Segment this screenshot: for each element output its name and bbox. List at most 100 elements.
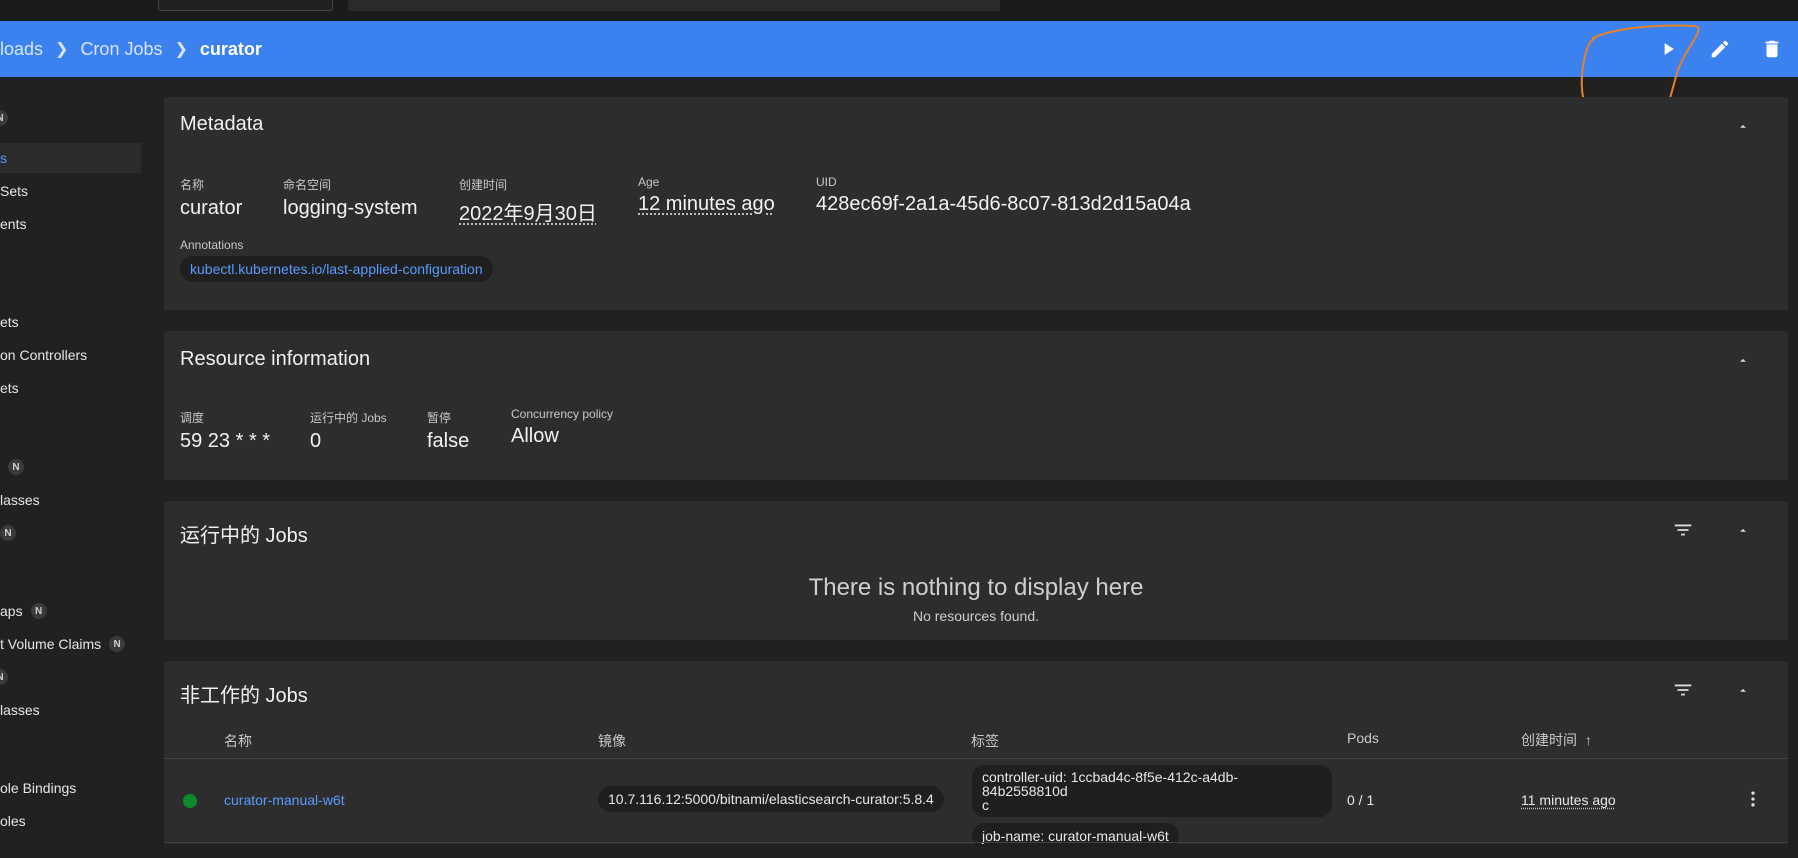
sidebar-item-label: ents <box>0 216 27 232</box>
sidebar-item-label: on Controllers <box>0 347 88 363</box>
chevron-up-icon <box>1740 124 1746 128</box>
collapse-button[interactable] <box>1731 678 1755 702</box>
play-icon <box>1664 43 1674 55</box>
sidebar-item-label: ets <box>0 314 19 330</box>
collapse-button[interactable] <box>1731 518 1755 542</box>
breadcrumb-cron-jobs[interactable]: Cron Jobs <box>80 39 162 60</box>
sidebar-item-replica-sets[interactable]: ets <box>0 307 141 337</box>
filter-icon <box>1674 524 1692 536</box>
sidebar-item-cluster-role-bindings[interactable]: ole Bindings <box>0 773 141 803</box>
resource-info-card: Resource information 调度 59 23 * * * 运行中的… <box>164 331 1788 480</box>
sidebar-item-storage-classes[interactable]: lasses <box>0 695 141 725</box>
field-age: Age 12 minutes ago <box>638 175 775 215</box>
row-divider <box>164 842 1788 843</box>
pencil-icon <box>1711 40 1729 58</box>
column-header-created[interactable]: 创建时间 ↑ <box>1521 730 1592 750</box>
namespaced-badge: N <box>109 636 126 652</box>
card-title: Resource information <box>180 348 371 370</box>
search-bar[interactable] <box>348 0 1000 11</box>
chevron-up-icon <box>1740 358 1746 362</box>
sidebar-item[interactable]: N <box>0 662 141 692</box>
label-chip-job-name: job-name: curator-manual-w6t <box>972 823 1179 849</box>
inactive-jobs-card: 非工作的 Jobs 名称 镜像 标签 Pods 创建时间 ↑ curator-m… <box>164 661 1788 849</box>
sidebar-item-config-maps[interactable]: aps N <box>0 596 141 626</box>
image-chip: 10.7.116.12:5000/bitnami/elasticsearch-c… <box>598 786 944 812</box>
column-header-labels[interactable]: 标签 <box>971 731 999 751</box>
pods-count: 0 / 1 <box>1347 792 1375 808</box>
sidebar-item[interactable]: N <box>0 518 141 548</box>
sort-arrow-up-icon: ↑ <box>1584 732 1592 748</box>
filter-button[interactable] <box>1671 518 1695 542</box>
field-active-jobs: 运行中的 Jobs 0 <box>310 411 387 452</box>
field-annotations: Annotations kubectl.kubernetes.io/last-a… <box>180 238 493 282</box>
sidebar-item-label: aps <box>0 603 23 619</box>
collapse-button[interactable] <box>1731 348 1755 372</box>
sidebar-item-cluster-roles[interactable]: oles <box>0 806 141 836</box>
sidebar-item-stateful-sets[interactable]: ets <box>0 373 141 403</box>
status-success-icon <box>183 794 197 808</box>
filter-button[interactable] <box>1671 678 1695 702</box>
sidebar: N s Sets ents ets on Controllers ets N l… <box>0 77 141 858</box>
sidebar-item-label: oles <box>0 813 26 829</box>
chevron-up-icon <box>1740 528 1746 532</box>
chevron-up-icon <box>1740 688 1746 692</box>
sidebar-item-persistent-volume-claims[interactable]: t Volume Claims N <box>0 629 141 659</box>
breadcrumb: loads ❯ Cron Jobs ❯ curator <box>0 21 262 77</box>
job-name-link[interactable]: curator-manual-w6t <box>224 792 345 808</box>
field-namespace: 命名空间 logging-system <box>283 178 418 219</box>
column-header-pods[interactable]: Pods <box>1347 730 1379 746</box>
metadata-card: Metadata 名称 curator 命名空间 logging-system … <box>164 97 1788 310</box>
sidebar-item-label: lasses <box>0 492 40 508</box>
field-created: 创建时间 2022年9月30日 <box>459 178 597 225</box>
namespaced-badge: N <box>0 110 8 126</box>
sidebar-item-label: Sets <box>0 183 29 199</box>
column-header-images[interactable]: 镜像 <box>598 731 626 751</box>
namespaced-badge: N <box>8 459 24 475</box>
header-divider <box>164 758 1788 759</box>
top-toolbar <box>0 0 1798 21</box>
empty-state-title: There is nothing to display here <box>808 574 1144 601</box>
card-title: 运行中的 Jobs <box>180 525 308 547</box>
sidebar-item-ingress-classes[interactable]: lasses <box>0 485 141 515</box>
sidebar-item-deployments[interactable]: ents <box>0 209 141 239</box>
action-bar: loads ❯ Cron Jobs ❯ curator <box>0 21 1798 77</box>
delete-button[interactable] <box>1746 21 1798 77</box>
sidebar-item-daemon-sets[interactable]: Sets <box>0 176 141 206</box>
sidebar-item-label: ets <box>0 380 19 396</box>
more-vert-icon <box>1751 791 1755 807</box>
chevron-right-icon: ❯ <box>55 41 69 58</box>
label-chip-controller-uid: controller-uid: 1ccbad4c-8f5e-412c-a4db-… <box>972 765 1332 817</box>
field-schedule: 调度 59 23 * * * <box>180 411 271 452</box>
sidebar-item-label: s <box>0 150 7 166</box>
namespaced-badge: N <box>0 525 16 541</box>
field-concurrency-policy: Concurrency policy Allow <box>511 407 614 447</box>
sidebar-item-replication-controllers[interactable]: on Controllers <box>0 340 141 370</box>
card-title: 非工作的 Jobs <box>180 685 308 707</box>
chevron-right-icon: ❯ <box>174 41 188 58</box>
active-jobs-card: 运行中的 Jobs There is nothing to display he… <box>164 501 1788 640</box>
collapse-button[interactable] <box>1731 114 1755 138</box>
sidebar-item[interactable]: N <box>0 103 141 133</box>
field-suspend: 暂停 false <box>427 411 470 452</box>
trigger-button[interactable] <box>1642 21 1694 77</box>
field-uid: UID 428ec69f-2a1a-45d6-8c07-813d2d15a04a <box>816 175 1191 215</box>
row-actions-button[interactable] <box>1741 787 1765 811</box>
created-age[interactable]: 11 minutes ago <box>1521 792 1616 808</box>
card-title: Metadata <box>180 113 264 135</box>
sidebar-item-cron-jobs[interactable]: s <box>0 143 141 173</box>
filter-icon <box>1674 684 1692 696</box>
breadcrumb-current: curator <box>199 38 262 59</box>
column-header-name[interactable]: 名称 <box>224 731 252 751</box>
annotation-chip[interactable]: kubectl.kubernetes.io/last-applied-confi… <box>180 256 493 282</box>
namespaced-badge: N <box>0 669 8 685</box>
edit-button[interactable] <box>1694 21 1746 77</box>
image-chip-wrapper: 10.7.116.12:5000/bitnami/elasticsearch-c… <box>598 786 944 812</box>
breadcrumb-workloads[interactable]: loads <box>0 39 43 60</box>
namespaced-badge: N <box>30 603 47 619</box>
sidebar-item-label: ole Bindings <box>0 780 77 796</box>
sidebar-item[interactable]: N <box>0 452 141 482</box>
sidebar-item-label: t Volume Claims <box>0 636 102 652</box>
namespace-selector[interactable] <box>158 0 333 11</box>
field-name: 名称 curator <box>180 178 243 219</box>
sidebar-item-label: lasses <box>0 702 40 718</box>
